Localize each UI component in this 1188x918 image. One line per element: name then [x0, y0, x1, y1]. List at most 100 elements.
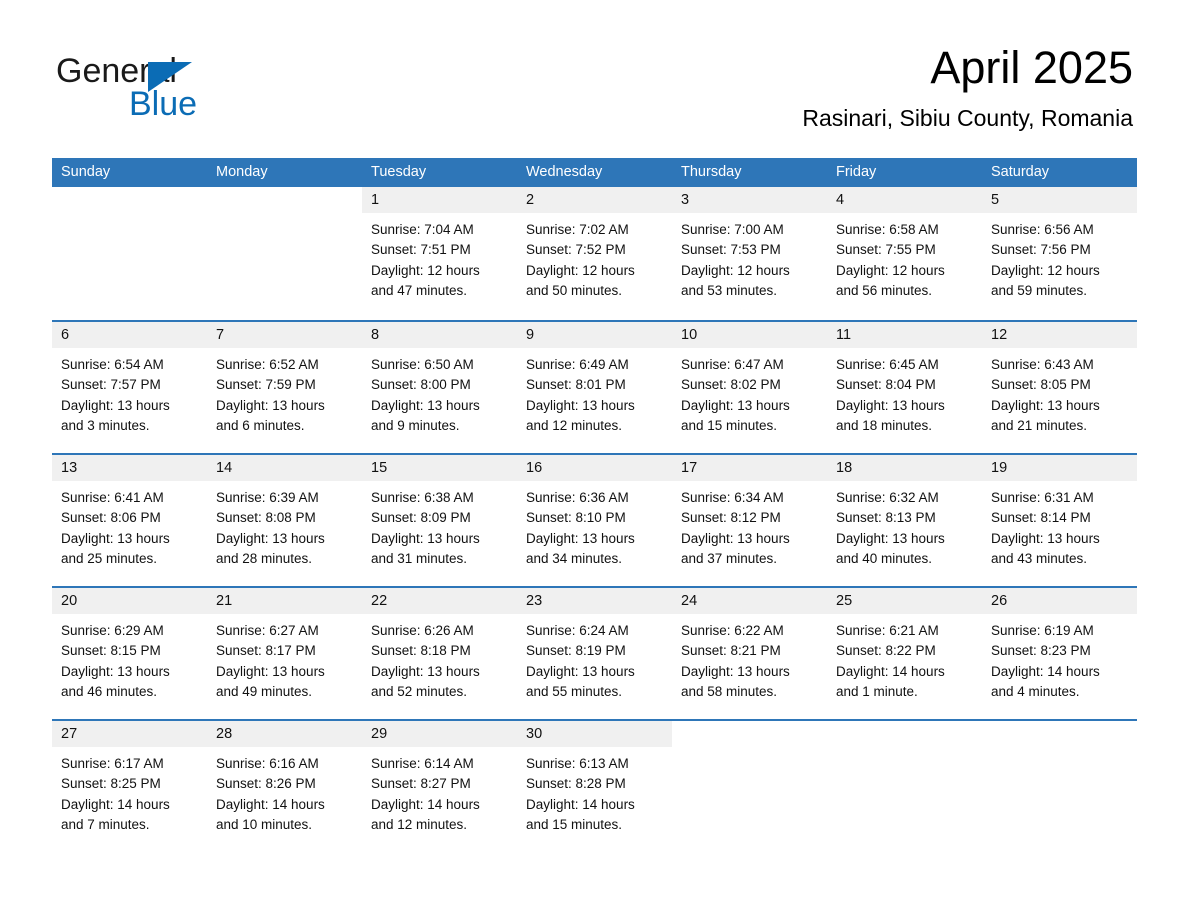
- calendar-week-row: 27 Sunrise: 6:17 AM Sunset: 8:25 PM Dayligh…: [52, 719, 1137, 852]
- calendar-day-cell[interactable]: 13 Sunrise: 6:41 AM Sunset: 8:06 PM Dayligh…: [52, 455, 207, 586]
- day-number-band: 3: [672, 187, 827, 213]
- calendar-grid: Sunday Monday Tuesday Wednesday Thursday…: [52, 158, 1137, 852]
- day-number: 8: [371, 327, 380, 343]
- day-details: Sunrise: 6:13 AM Sunset: 8:28 PM Daylight:…: [517, 747, 672, 835]
- day-number-band: 15: [362, 455, 517, 481]
- daylight-text-line1: Daylight: 13 hours: [526, 530, 635, 546]
- daylight-text-line2: and 47 minutes.: [371, 282, 468, 298]
- daylight-text-line1: Daylight: 14 hours: [526, 796, 635, 812]
- day-details: Sunrise: 6:38 AM Sunset: 8:09 PM Daylight:…: [362, 481, 517, 569]
- daylight-text-line1: Daylight: 12 hours: [991, 262, 1100, 278]
- sunset-text: Sunset: 7:57 PM: [61, 377, 161, 393]
- sunrise-text: Sunrise: 6:58 AM: [836, 222, 939, 237]
- sunrise-text: Sunrise: 6:22 AM: [681, 623, 784, 638]
- calendar-day-cell[interactable]: 22 Sunrise: 6:26 AM Sunset: 8:18 PM Dayligh…: [362, 588, 517, 719]
- calendar-day-cell[interactable]: 29 Sunrise: 6:14 AM Sunset: 8:27 PM Dayligh…: [362, 721, 517, 852]
- day-number: 18: [836, 460, 853, 476]
- calendar-day-cell[interactable]: 11 Sunrise: 6:45 AM Sunset: 8:04 PM Dayligh…: [827, 322, 982, 453]
- day-details: Sunrise: 6:16 AM Sunset: 8:26 PM Daylight:…: [207, 747, 362, 835]
- day-number-band: 18: [827, 455, 982, 481]
- day-number-band: [52, 187, 207, 213]
- calendar-day-cell[interactable]: 16 Sunrise: 6:36 AM Sunset: 8:10 PM Dayligh…: [517, 455, 672, 586]
- day-number: 17: [681, 460, 698, 476]
- calendar-day-cell[interactable]: 14 Sunrise: 6:39 AM Sunset: 8:08 PM Dayligh…: [207, 455, 362, 586]
- calendar-day-cell[interactable]: 26 Sunrise: 6:19 AM Sunset: 8:23 PM Dayligh…: [982, 588, 1137, 719]
- calendar-day-cell[interactable]: 6 Sunrise: 6:54 AM Sunset: 7:57 PM Daylight…: [52, 322, 207, 453]
- sunset-text: Sunset: 8:15 PM: [61, 643, 161, 659]
- calendar-weeks: 1 Sunrise: 7:04 AM Sunset: 7:51 PM Daylight…: [52, 187, 1137, 852]
- daylight-text-line1: Daylight: 13 hours: [681, 663, 790, 679]
- daylight-text-line2: and 37 minutes.: [681, 550, 778, 566]
- calendar-day-cell[interactable]: 10 Sunrise: 6:47 AM Sunset: 8:02 PM Dayligh…: [672, 322, 827, 453]
- daylight-text-line1: Daylight: 13 hours: [836, 397, 945, 413]
- day-number-band: 22: [362, 588, 517, 614]
- sunrise-text: Sunrise: 6:17 AM: [61, 756, 164, 771]
- sunset-text: Sunset: 8:22 PM: [836, 643, 936, 659]
- sunrise-text: Sunrise: 6:50 AM: [371, 357, 474, 372]
- calendar-day-cell[interactable]: 9 Sunrise: 6:49 AM Sunset: 8:01 PM Daylight…: [517, 322, 672, 453]
- calendar-day-cell[interactable]: 1 Sunrise: 7:04 AM Sunset: 7:51 PM Daylight…: [362, 187, 517, 320]
- calendar-day-cell[interactable]: 20 Sunrise: 6:29 AM Sunset: 8:15 PM Dayligh…: [52, 588, 207, 719]
- calendar-day-cell[interactable]: 24 Sunrise: 6:22 AM Sunset: 8:21 PM Dayligh…: [672, 588, 827, 719]
- day-details: Sunrise: 6:26 AM Sunset: 8:18 PM Daylight:…: [362, 614, 517, 702]
- daylight-text-line1: Daylight: 13 hours: [991, 530, 1100, 546]
- sunset-text: Sunset: 8:06 PM: [61, 510, 161, 526]
- day-number: 12: [991, 327, 1008, 343]
- calendar-day-cell[interactable]: 7 Sunrise: 6:52 AM Sunset: 7:59 PM Daylight…: [207, 322, 362, 453]
- daylight-text-line2: and 6 minutes.: [216, 417, 305, 433]
- calendar-day-cell[interactable]: 23 Sunrise: 6:24 AM Sunset: 8:19 PM Dayligh…: [517, 588, 672, 719]
- daylight-text-line2: and 10 minutes.: [216, 816, 313, 832]
- daylight-text-line2: and 21 minutes.: [991, 417, 1088, 433]
- daylight-text-line2: and 31 minutes.: [371, 550, 468, 566]
- daylight-text-line2: and 12 minutes.: [371, 816, 468, 832]
- calendar-day-cell[interactable]: 18 Sunrise: 6:32 AM Sunset: 8:13 PM Dayligh…: [827, 455, 982, 586]
- day-number-band: 13: [52, 455, 207, 481]
- weekday-header-friday: Friday: [836, 164, 877, 180]
- daylight-text-line2: and 43 minutes.: [991, 550, 1088, 566]
- day-number: 21: [216, 593, 233, 609]
- sunrise-text: Sunrise: 6:45 AM: [836, 357, 939, 372]
- sunset-text: Sunset: 8:28 PM: [526, 776, 626, 792]
- calendar-day-cell[interactable]: 25 Sunrise: 6:21 AM Sunset: 8:22 PM Dayligh…: [827, 588, 982, 719]
- calendar-day-cell[interactable]: 2 Sunrise: 7:02 AM Sunset: 7:52 PM Daylight…: [517, 187, 672, 320]
- calendar-day-cell[interactable]: 3 Sunrise: 7:00 AM Sunset: 7:53 PM Daylight…: [672, 187, 827, 320]
- day-number: 27: [61, 726, 78, 742]
- logo-text-blue: Blue: [129, 85, 198, 123]
- calendar-day-cell[interactable]: 27 Sunrise: 6:17 AM Sunset: 8:25 PM Dayligh…: [52, 721, 207, 852]
- calendar-day-cell-empty: [52, 187, 207, 320]
- daylight-text-line1: Daylight: 14 hours: [371, 796, 480, 812]
- day-number: 22: [371, 593, 388, 609]
- day-details: Sunrise: 6:22 AM Sunset: 8:21 PM Daylight:…: [672, 614, 827, 702]
- weekday-header-wednesday: Wednesday: [526, 164, 603, 180]
- calendar-day-cell[interactable]: 12 Sunrise: 6:43 AM Sunset: 8:05 PM Dayligh…: [982, 322, 1137, 453]
- daylight-text-line1: Daylight: 13 hours: [371, 663, 480, 679]
- sunrise-text: Sunrise: 6:13 AM: [526, 756, 629, 771]
- calendar-day-cell[interactable]: 28 Sunrise: 6:16 AM Sunset: 8:26 PM Dayligh…: [207, 721, 362, 852]
- day-details: Sunrise: 6:21 AM Sunset: 8:22 PM Daylight:…: [827, 614, 982, 702]
- daylight-text-line2: and 46 minutes.: [61, 683, 158, 699]
- daylight-text-line1: Daylight: 13 hours: [526, 397, 635, 413]
- daylight-text-line1: Daylight: 13 hours: [991, 397, 1100, 413]
- sunset-text: Sunset: 8:09 PM: [371, 510, 471, 526]
- sunset-text: Sunset: 8:27 PM: [371, 776, 471, 792]
- day-number-band: 11: [827, 322, 982, 348]
- day-number: 26: [991, 593, 1008, 609]
- day-number-band: 26: [982, 588, 1137, 614]
- sunset-text: Sunset: 8:05 PM: [991, 377, 1091, 393]
- calendar-day-cell[interactable]: 19 Sunrise: 6:31 AM Sunset: 8:14 PM Dayligh…: [982, 455, 1137, 586]
- calendar-day-cell[interactable]: 5 Sunrise: 6:56 AM Sunset: 7:56 PM Daylight…: [982, 187, 1137, 320]
- daylight-text-line1: Daylight: 13 hours: [216, 663, 325, 679]
- calendar-day-cell[interactable]: 8 Sunrise: 6:50 AM Sunset: 8:00 PM Daylight…: [362, 322, 517, 453]
- day-number-band: 5: [982, 187, 1137, 213]
- sunset-text: Sunset: 8:00 PM: [371, 377, 471, 393]
- sunrise-text: Sunrise: 6:56 AM: [991, 222, 1094, 237]
- calendar-day-cell[interactable]: 21 Sunrise: 6:27 AM Sunset: 8:17 PM Dayligh…: [207, 588, 362, 719]
- weekday-header-tuesday: Tuesday: [371, 164, 427, 180]
- calendar-day-cell[interactable]: 4 Sunrise: 6:58 AM Sunset: 7:55 PM Daylight…: [827, 187, 982, 320]
- daylight-text-line1: Daylight: 14 hours: [836, 663, 945, 679]
- daylight-text-line1: Daylight: 13 hours: [61, 663, 170, 679]
- calendar-day-cell[interactable]: 15 Sunrise: 6:38 AM Sunset: 8:09 PM Dayligh…: [362, 455, 517, 586]
- calendar-day-cell[interactable]: 30 Sunrise: 6:13 AM Sunset: 8:28 PM Dayligh…: [517, 721, 672, 852]
- general-blue-logo: General Blue: [56, 52, 376, 132]
- calendar-day-cell[interactable]: 17 Sunrise: 6:34 AM Sunset: 8:12 PM Dayligh…: [672, 455, 827, 586]
